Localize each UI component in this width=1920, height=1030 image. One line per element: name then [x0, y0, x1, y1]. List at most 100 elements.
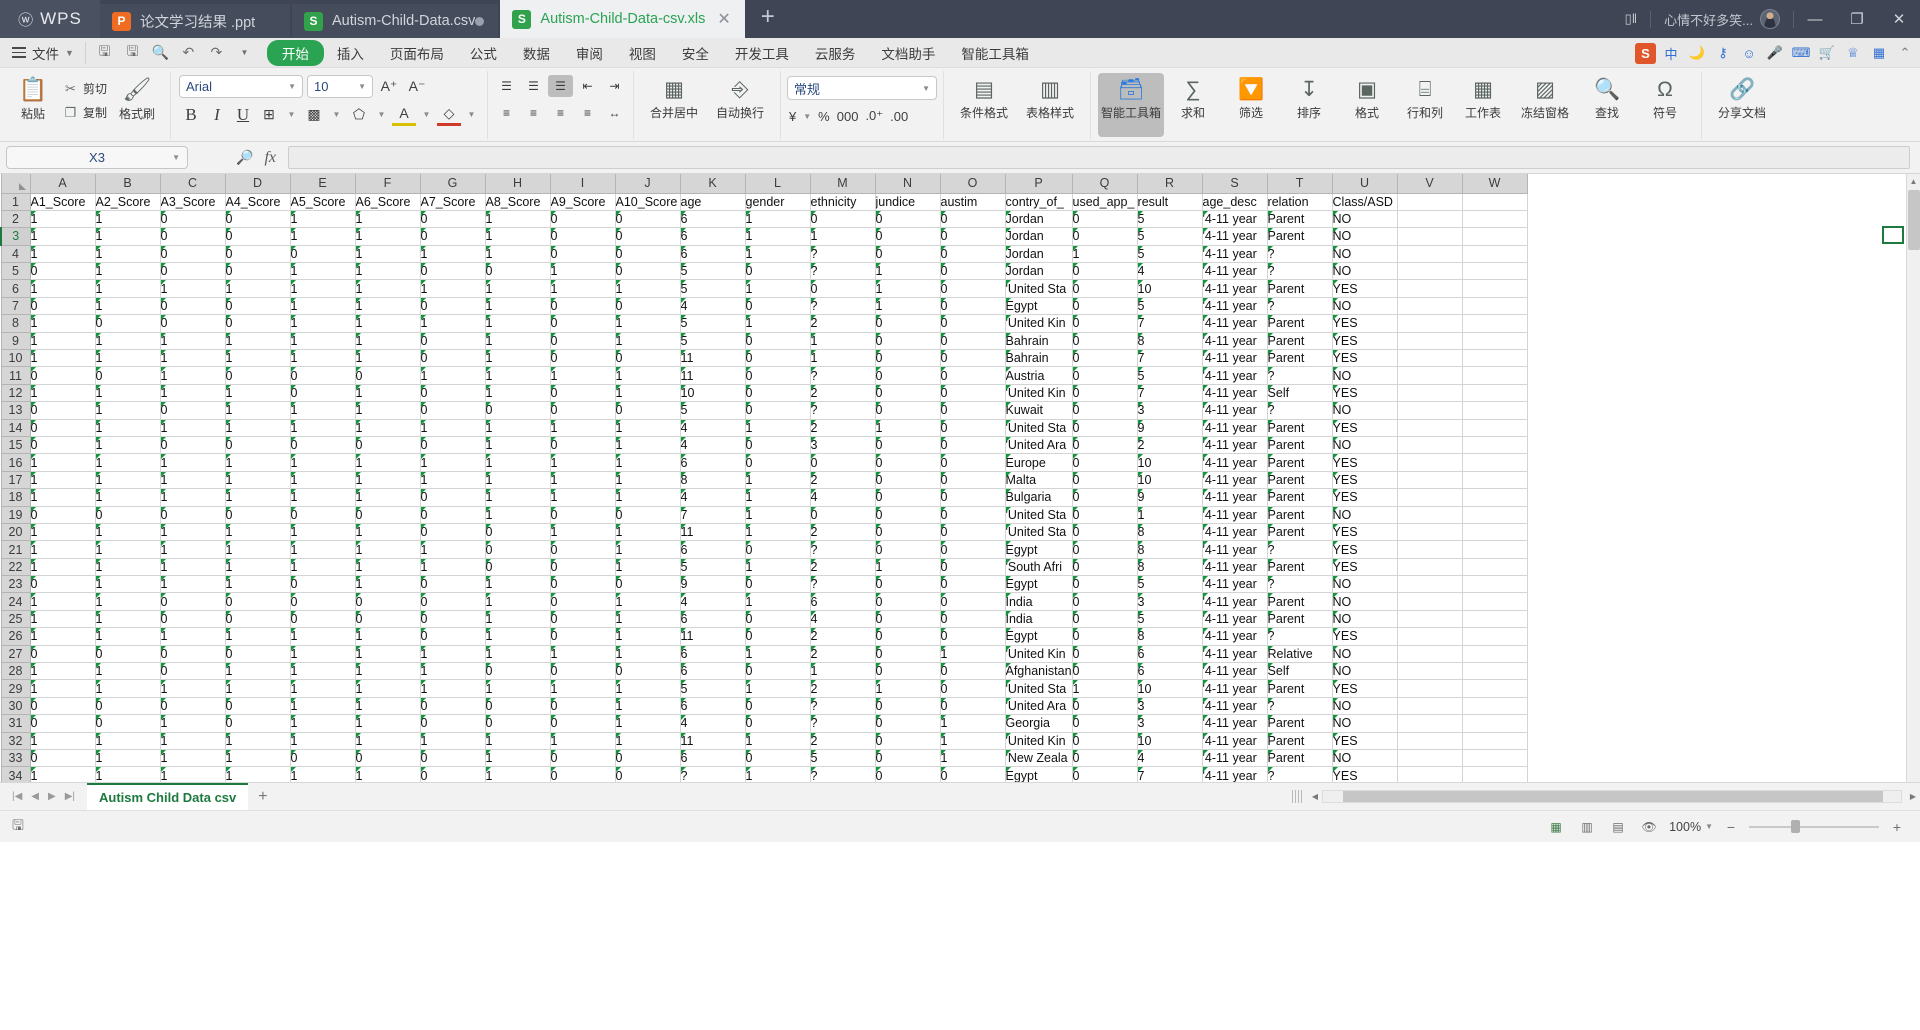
- sheet-tab[interactable]: Autism Child Data csv: [87, 783, 249, 810]
- cell-H15[interactable]: 1: [485, 436, 551, 455]
- cell-N15[interactable]: 0: [875, 436, 941, 455]
- cell-C31[interactable]: 1: [160, 714, 226, 733]
- cell-I4[interactable]: 0: [550, 245, 616, 264]
- cell-Q6[interactable]: 0: [1072, 279, 1138, 298]
- cell-T18[interactable]: Parent: [1267, 488, 1333, 507]
- cell-F26[interactable]: 1: [355, 627, 421, 646]
- cell-N21[interactable]: 0: [875, 540, 941, 559]
- cell-V19[interactable]: [1397, 506, 1463, 524]
- cell-J15[interactable]: 1: [615, 436, 681, 455]
- cell-W34[interactable]: [1462, 766, 1528, 782]
- cell-C13[interactable]: 0: [160, 401, 226, 420]
- cell-P2[interactable]: Jordan: [1005, 210, 1073, 229]
- cell-H16[interactable]: 1: [485, 453, 551, 472]
- cell-G15[interactable]: 0: [420, 436, 486, 455]
- cell-M14[interactable]: 2: [810, 419, 876, 437]
- document-tab-csv[interactable]: S Autism-Child-Data.csv: [292, 4, 499, 38]
- cell-T12[interactable]: Self: [1267, 384, 1333, 403]
- cell-J9[interactable]: 1: [615, 332, 681, 351]
- cell-L18[interactable]: 1: [745, 488, 811, 507]
- row-header-7[interactable]: 7: [0, 296, 31, 316]
- cell-W11[interactable]: [1462, 366, 1528, 385]
- cell-F18[interactable]: 1: [355, 488, 421, 507]
- row-header-6[interactable]: 6: [0, 279, 31, 298]
- cell-O33[interactable]: 1: [940, 749, 1006, 768]
- file-menu-button[interactable]: 文件 ▼: [0, 43, 85, 63]
- bold-icon[interactable]: B: [179, 103, 203, 126]
- cell-W2[interactable]: [1462, 210, 1528, 229]
- cell-K14[interactable]: 4: [680, 419, 746, 437]
- cell-L10[interactable]: 0: [745, 349, 811, 368]
- cell-U1[interactable]: Class/ASD: [1332, 193, 1398, 211]
- cell-I25[interactable]: 0: [550, 610, 616, 629]
- cell-A4[interactable]: 1: [30, 245, 96, 264]
- cell-C17[interactable]: 1: [160, 471, 226, 490]
- cell-C5[interactable]: 0: [160, 262, 226, 281]
- cell-F34[interactable]: 1: [355, 766, 421, 782]
- cell-C20[interactable]: 1: [160, 523, 226, 542]
- cell-O1[interactable]: austim: [940, 193, 1006, 211]
- cell-J5[interactable]: 0: [615, 262, 681, 281]
- cell-U27[interactable]: NO: [1332, 645, 1398, 664]
- decrease-font-size-icon[interactable]: A⁻: [405, 75, 429, 98]
- row-header-33[interactable]: 33: [0, 748, 31, 768]
- cell-G19[interactable]: 0: [420, 506, 486, 524]
- cell-D31[interactable]: 0: [225, 714, 291, 733]
- cell-R3[interactable]: 5: [1137, 227, 1203, 246]
- cell-S28[interactable]: '4-11 year: [1202, 662, 1268, 681]
- cell-F22[interactable]: 1: [355, 558, 421, 577]
- cell-K16[interactable]: 6: [680, 453, 746, 472]
- cell-Q14[interactable]: 0: [1072, 419, 1138, 437]
- cell-F15[interactable]: 0: [355, 436, 421, 455]
- cell-B31[interactable]: 0: [95, 714, 161, 733]
- cell-O3[interactable]: 0: [940, 227, 1006, 246]
- column-header-d[interactable]: D: [224, 174, 291, 194]
- cell-V30[interactable]: [1397, 697, 1463, 716]
- cell-L30[interactable]: 0: [745, 697, 811, 716]
- cell-A24[interactable]: 1: [30, 592, 96, 611]
- cell-W15[interactable]: [1462, 436, 1528, 455]
- cell-M3[interactable]: 1: [810, 227, 876, 246]
- cell-W16[interactable]: [1462, 453, 1528, 472]
- cell-F5[interactable]: 1: [355, 262, 421, 281]
- cell-R9[interactable]: 8: [1137, 332, 1203, 351]
- ribbon-tab-developer[interactable]: 开发工具: [722, 40, 802, 66]
- cell-I31[interactable]: 0: [550, 714, 616, 733]
- cell-F32[interactable]: 1: [355, 732, 421, 751]
- cell-O24[interactable]: 0: [940, 592, 1006, 611]
- cell-N30[interactable]: 0: [875, 697, 941, 716]
- cell-P21[interactable]: Egypt: [1005, 540, 1073, 559]
- cell-R14[interactable]: 9: [1137, 419, 1203, 437]
- cell-N24[interactable]: 0: [875, 592, 941, 611]
- cell-I2[interactable]: 0: [550, 210, 616, 229]
- cell-E3[interactable]: 1: [290, 227, 356, 246]
- cell-A29[interactable]: 1: [30, 679, 96, 698]
- cell-T17[interactable]: Parent: [1267, 471, 1333, 490]
- cell-C19[interactable]: 0: [160, 506, 226, 524]
- cell-W18[interactable]: [1462, 488, 1528, 507]
- cell-V29[interactable]: [1397, 679, 1463, 698]
- cell-U32[interactable]: YES: [1332, 732, 1398, 751]
- cell-I1[interactable]: A9_Score: [550, 193, 616, 211]
- cell-R27[interactable]: 6: [1137, 645, 1203, 664]
- cell-L13[interactable]: 0: [745, 401, 811, 420]
- cell-U33[interactable]: NO: [1332, 749, 1398, 768]
- cell-O10[interactable]: 0: [940, 349, 1006, 368]
- cell-P26[interactable]: Egypt: [1005, 627, 1073, 646]
- cell-G8[interactable]: 1: [420, 314, 486, 333]
- cell-B6[interactable]: 1: [95, 279, 161, 298]
- cell-D21[interactable]: 1: [225, 540, 291, 559]
- cell-O13[interactable]: 0: [940, 401, 1006, 420]
- cell-H34[interactable]: 1: [485, 766, 551, 782]
- row-header-19[interactable]: 19: [0, 505, 31, 524]
- cell-F11[interactable]: 0: [355, 366, 421, 385]
- paste-button[interactable]: 📋 粘贴: [7, 73, 59, 122]
- cell-P27[interactable]: 'United Kin: [1005, 645, 1073, 664]
- wps-logo[interactable]: ⓦ WPS: [0, 0, 100, 38]
- ribbon-tab-insert[interactable]: 插入: [324, 40, 377, 66]
- cell-M6[interactable]: 0: [810, 279, 876, 298]
- cell-D34[interactable]: 1: [225, 766, 291, 782]
- cell-M23[interactable]: ?: [810, 575, 876, 594]
- cell-M33[interactable]: 5: [810, 749, 876, 768]
- cell-F14[interactable]: 1: [355, 419, 421, 437]
